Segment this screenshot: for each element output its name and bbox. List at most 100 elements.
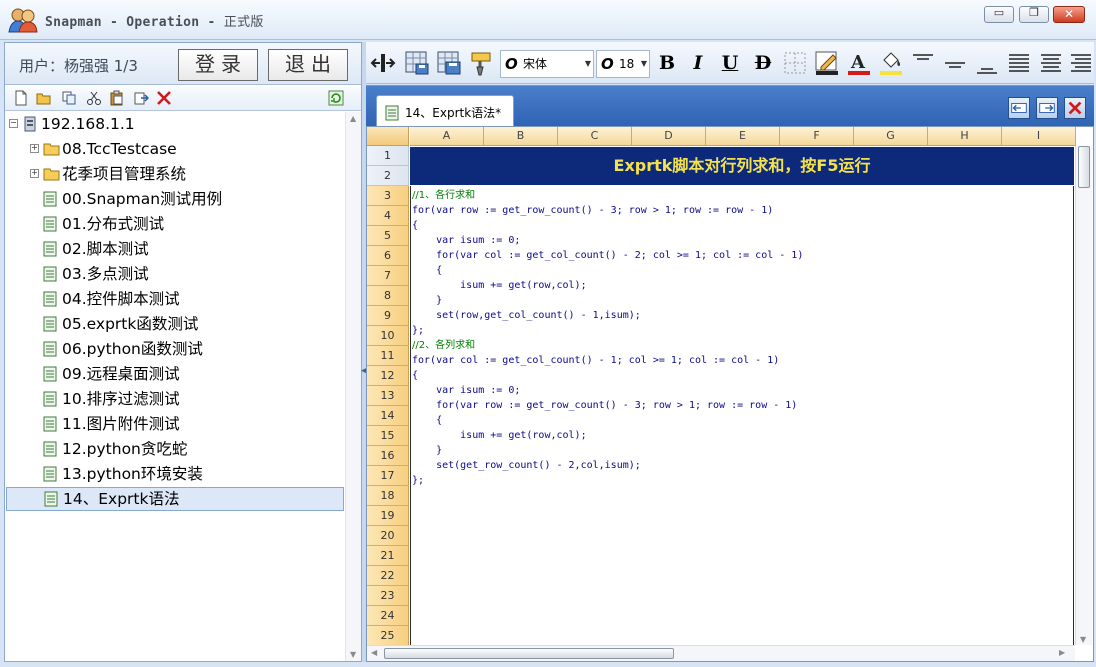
align-top-icon[interactable] (910, 50, 936, 76)
tree-root[interactable]: − 192.168.1.1 (5, 112, 345, 136)
row-header[interactable]: 21 (367, 546, 409, 566)
paste-icon[interactable] (109, 90, 125, 106)
column-header[interactable]: E (706, 127, 780, 146)
italic-button[interactable]: I (686, 50, 710, 76)
tree-scrollbar[interactable]: ▲ ▼ (345, 112, 361, 661)
restore-button[interactable]: ❐ (1019, 6, 1049, 23)
logout-button[interactable]: 退出 (268, 49, 348, 81)
border-grid-icon[interactable] (782, 50, 808, 76)
scroll-right-icon[interactable]: ▶ (1059, 648, 1065, 657)
tree-item[interactable]: 13.python环境安装 (5, 462, 345, 486)
code-cell[interactable]: //1、各行求和 for(var row := get_row_count() -… (410, 186, 1074, 646)
sheet-vertical-scrollbar[interactable]: ▼ (1075, 146, 1092, 645)
chevron-down-icon[interactable]: ▼ (641, 51, 647, 77)
copy-icon[interactable] (61, 90, 77, 106)
row-header[interactable]: 10 (367, 326, 409, 346)
align-bottom-icon[interactable] (974, 50, 1000, 76)
row-header[interactable]: 17 (367, 466, 409, 486)
expand-icon[interactable]: + (30, 144, 39, 153)
save-icon[interactable] (404, 50, 430, 76)
tree-item-selected[interactable]: 14、Exprtk语法 (6, 487, 344, 511)
row-header[interactable]: 25 (367, 626, 409, 646)
underline-button[interactable]: U (718, 50, 742, 76)
strikethrough-button[interactable]: D (751, 50, 775, 76)
tab-next-icon[interactable] (1036, 97, 1058, 119)
row-header[interactable]: 4 (367, 206, 409, 226)
select-all-corner[interactable] (367, 127, 409, 146)
export-icon[interactable] (133, 90, 149, 106)
scroll-up-icon[interactable]: ▲ (350, 114, 356, 123)
pencil-icon[interactable] (814, 50, 840, 76)
tree-folder[interactable]: + 花季项目管理系统 (5, 162, 345, 186)
fill-color-icon[interactable] (878, 50, 904, 76)
column-header[interactable]: D (632, 127, 706, 146)
tree-item[interactable]: 05.exprtk函数测试 (5, 312, 345, 336)
column-header[interactable]: A (410, 127, 484, 146)
tab-close-icon[interactable] (1064, 97, 1086, 119)
row-header[interactable]: 20 (367, 526, 409, 546)
align-right-icon[interactable] (1069, 50, 1091, 76)
cut-icon[interactable] (86, 90, 102, 106)
row-header[interactable]: 8 (367, 286, 409, 306)
column-header[interactable]: I (1002, 127, 1076, 146)
tree-item[interactable]: 12.python贪吃蛇 (5, 437, 345, 461)
column-header[interactable]: C (558, 127, 632, 146)
scroll-down-icon[interactable]: ▼ (350, 650, 356, 659)
row-header[interactable]: 22 (367, 566, 409, 586)
minimize-button[interactable]: ▭ (984, 6, 1014, 23)
row-header[interactable]: 2 (367, 166, 409, 186)
tree-item[interactable]: 02.脚本测试 (5, 237, 345, 261)
row-header[interactable]: 13 (367, 386, 409, 406)
refresh-icon[interactable] (328, 90, 344, 106)
tree-item[interactable]: 06.python函数测试 (5, 337, 345, 361)
tab-prev-icon[interactable] (1008, 97, 1030, 119)
tree-item[interactable]: 03.多点测试 (5, 262, 345, 286)
row-header[interactable]: 23 (367, 586, 409, 606)
scroll-thumb[interactable] (1078, 146, 1090, 188)
tree-item[interactable]: 00.Snapman测试用例 (5, 187, 345, 211)
font-size-combo[interactable]: O 18 ▼ (596, 50, 650, 78)
split-columns-icon[interactable] (370, 50, 396, 76)
row-header[interactable]: 3 (367, 186, 409, 206)
chevron-down-icon[interactable]: ▼ (585, 51, 591, 77)
expand-icon[interactable]: + (30, 169, 39, 178)
row-header[interactable]: 14 (367, 406, 409, 426)
new-file-icon[interactable] (13, 90, 29, 106)
tree-folder[interactable]: + 08.TccTestcase (5, 137, 345, 161)
sheet-banner[interactable]: Exprtk脚本对行列求和，按F5运行 (410, 147, 1074, 185)
save-all-icon[interactable] (436, 50, 462, 76)
tab-exprtk[interactable]: 14、Exprtk语法* (376, 95, 514, 128)
column-header[interactable]: H (928, 127, 1002, 146)
tree-item[interactable]: 10.排序过滤测试 (5, 387, 345, 411)
scroll-down-icon[interactable]: ▼ (1080, 635, 1086, 644)
align-center-icon[interactable] (1038, 50, 1064, 76)
tree-item[interactable]: 04.控件脚本测试 (5, 287, 345, 311)
row-header[interactable]: 7 (367, 266, 409, 286)
tree-item[interactable]: 01.分布式测试 (5, 212, 345, 236)
row-header[interactable]: 5 (367, 226, 409, 246)
format-brush-icon[interactable] (468, 50, 494, 76)
scroll-left-icon[interactable]: ◀ (371, 648, 377, 657)
row-header[interactable]: 12 (367, 366, 409, 386)
column-header[interactable]: G (854, 127, 928, 146)
row-header[interactable]: 11 (367, 346, 409, 366)
row-header[interactable]: 1 (367, 146, 409, 166)
align-middle-icon[interactable] (942, 50, 968, 76)
column-header[interactable]: F (780, 127, 854, 146)
row-header[interactable]: 9 (367, 306, 409, 326)
open-folder-icon[interactable] (36, 90, 52, 106)
row-header[interactable]: 16 (367, 446, 409, 466)
font-color-icon[interactable]: A (846, 50, 872, 76)
row-header[interactable]: 24 (367, 606, 409, 626)
row-header[interactable]: 19 (367, 506, 409, 526)
login-button[interactable]: 登录 (178, 49, 258, 81)
tree-item[interactable]: 09.远程桌面测试 (5, 362, 345, 386)
delete-icon[interactable] (156, 90, 172, 106)
row-header[interactable]: 18 (367, 486, 409, 506)
tree-item[interactable]: 11.图片附件测试 (5, 412, 345, 436)
close-button[interactable]: ✕ (1053, 6, 1085, 23)
sheet-horizontal-scrollbar[interactable]: ◀ ▶ (367, 645, 1075, 661)
scroll-thumb[interactable] (384, 648, 674, 659)
column-header[interactable]: B (484, 127, 558, 146)
align-left-icon[interactable] (1006, 50, 1032, 76)
